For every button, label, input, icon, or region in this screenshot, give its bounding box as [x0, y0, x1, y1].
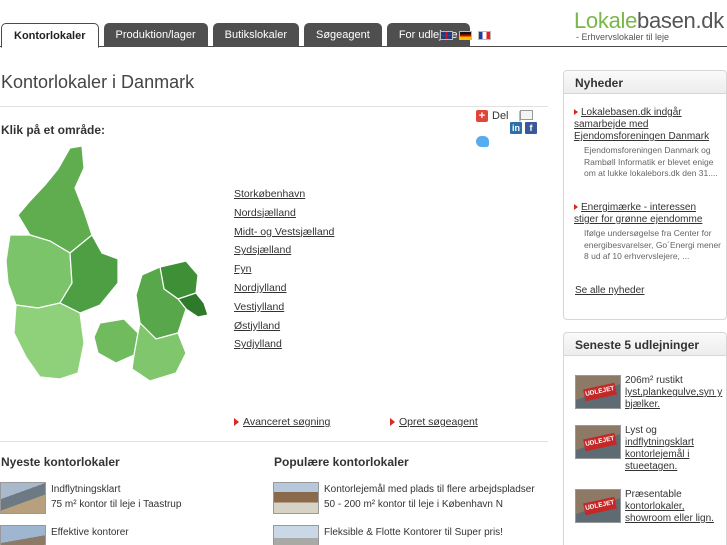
- list-item: Sydsjælland: [234, 244, 334, 263]
- map-region-fyn[interactable]: [93, 318, 139, 364]
- site-logo[interactable]: Lokalebasen.dk: [574, 8, 724, 34]
- rented-stamp: UDLEJET: [583, 496, 617, 516]
- tab-kontorlokaler[interactable]: Kontorlokaler: [1, 23, 99, 48]
- share-button[interactable]: + Del |: [476, 110, 521, 122]
- arrow-right-icon: [574, 204, 578, 211]
- region-link-sydjylland[interactable]: Sydjylland: [234, 338, 282, 350]
- list-item[interactable]: Fleksible & Flotte Kontorer til Super pr…: [273, 525, 503, 545]
- list-item: Sydjylland: [234, 338, 334, 357]
- news-box: Nyheder Lokalebasen.dk indgår samarbejde…: [563, 70, 727, 320]
- tab-soegeagent[interactable]: Søgeagent: [303, 23, 382, 47]
- latest-rentals-heading: Seneste 5 udlejninger: [564, 333, 726, 356]
- page-title: Kontorlokaler i Danmark: [1, 72, 195, 92]
- rental-thumbnail[interactable]: UDLEJET: [575, 489, 621, 523]
- rental-thumbnail[interactable]: UDLEJET: [575, 425, 621, 459]
- list-item[interactable]: Kontorlejemål med plads til flere arbejd…: [273, 482, 535, 514]
- flag-uk-icon[interactable]: [440, 31, 453, 40]
- mail-icon[interactable]: [520, 110, 533, 120]
- site-header: Kontorlokaler Produktion/lager Butikslok…: [0, 0, 727, 48]
- flag-fr-icon[interactable]: [478, 31, 491, 40]
- list-item: Nordjylland: [234, 282, 334, 301]
- language-flags: [440, 31, 491, 40]
- region-link-midt-og-vestsjaelland[interactable]: Midt- og Vestsjælland: [234, 226, 334, 238]
- list-item: Østjylland: [234, 320, 334, 339]
- news-excerpt: Ifølge undersøgelse fra Center for energ…: [584, 228, 722, 261]
- region-link-storkoebenhavn[interactable]: Storkøbenhavn: [234, 188, 305, 200]
- news-item: Lokalebasen.dk indgår samarbejde med Eje…: [574, 107, 722, 180]
- plus-icon: +: [476, 110, 488, 122]
- create-search-agent-link[interactable]: Opret søgeagent: [390, 416, 478, 428]
- list-item: Vestjylland: [234, 301, 334, 320]
- region-link-oestjylland[interactable]: Østjylland: [234, 320, 280, 332]
- list-item[interactable]: UDLEJET Præsentable kontorlokaler, showr…: [575, 489, 725, 525]
- popular-offices-heading: Populære kontorlokaler: [274, 455, 409, 469]
- list-item[interactable]: Indflytningsklart 75 m² kontor til leje i…: [0, 482, 181, 514]
- rented-stamp: UDLEJET: [583, 432, 617, 452]
- region-link-sydsjaelland[interactable]: Sydsjælland: [234, 244, 291, 256]
- news-link[interactable]: Lokalebasen.dk indgår samarbejde med Eje…: [574, 107, 709, 142]
- divider: [0, 441, 548, 442]
- list-item[interactable]: UDLEJET 206m² rustikt lyst,plankegulve,s…: [575, 375, 725, 411]
- news-link[interactable]: Energimærke - interessen stiger for grøn…: [574, 202, 702, 225]
- facebook-icon[interactable]: f: [525, 122, 537, 134]
- news-heading: Nyheder: [564, 71, 726, 94]
- listing-thumbnail[interactable]: [0, 525, 46, 545]
- region-link-nordsjaelland[interactable]: Nordsjælland: [234, 207, 296, 219]
- listing-thumbnail[interactable]: [0, 482, 46, 514]
- list-item[interactable]: UDLEJET Lyst og indflytningsklart kontor…: [575, 425, 725, 473]
- arrow-right-icon: [390, 418, 395, 427]
- list-item[interactable]: Effektive kontorer: [0, 525, 129, 545]
- latest-rentals-box: Seneste 5 udlejninger UDLEJET 206m² rust…: [563, 332, 727, 545]
- tab-produktion-lager[interactable]: Produktion/lager: [103, 23, 208, 47]
- rented-stamp: UDLEJET: [583, 382, 617, 402]
- region-link-nordjylland[interactable]: Nordjylland: [234, 282, 287, 294]
- region-link-fyn[interactable]: Fyn: [234, 263, 252, 275]
- twitter-icon[interactable]: [476, 136, 489, 147]
- newest-offices-heading: Nyeste kontorlokaler: [1, 455, 120, 469]
- divider: [0, 106, 548, 107]
- listing-thumbnail[interactable]: [273, 525, 319, 545]
- advanced-search-link[interactable]: Avanceret søgning: [234, 416, 330, 428]
- list-item: Storkøbenhavn: [234, 188, 334, 207]
- arrow-right-icon: [574, 109, 578, 116]
- rental-thumbnail[interactable]: UDLEJET: [575, 375, 621, 409]
- main-nav-tabs: Kontorlokaler Produktion/lager Butikslok…: [1, 23, 470, 48]
- news-item: Energimærke - interessen stiger for grøn…: [574, 202, 722, 263]
- region-list: Storkøbenhavn Nordsjælland Midt- og Vest…: [234, 188, 334, 357]
- flag-de-icon[interactable]: [459, 31, 472, 40]
- site-tagline: - Erhvervslokaler til leje: [576, 32, 670, 42]
- news-excerpt: Ejendomsforeningen Danmark og Rambøll In…: [584, 145, 718, 178]
- social-icons: in f: [510, 122, 537, 134]
- region-link-vestjylland[interactable]: Vestjylland: [234, 301, 284, 313]
- list-item: Midt- og Vestsjælland: [234, 226, 334, 245]
- denmark-region-map[interactable]: [0, 143, 212, 398]
- share-label: Del: [492, 110, 509, 122]
- see-all-news-link[interactable]: Se alle nyheder: [575, 285, 645, 296]
- tab-butikslokaler[interactable]: Butikslokaler: [212, 23, 299, 47]
- listing-thumbnail[interactable]: [273, 482, 319, 514]
- map-region-sydjylland[interactable]: [13, 302, 85, 380]
- linkedin-icon[interactable]: in: [510, 122, 522, 134]
- list-item: Nordsjælland: [234, 207, 334, 226]
- arrow-right-icon: [234, 418, 239, 427]
- list-item: Fyn: [234, 263, 334, 282]
- map-subtitle: Klik på et område:: [1, 123, 106, 137]
